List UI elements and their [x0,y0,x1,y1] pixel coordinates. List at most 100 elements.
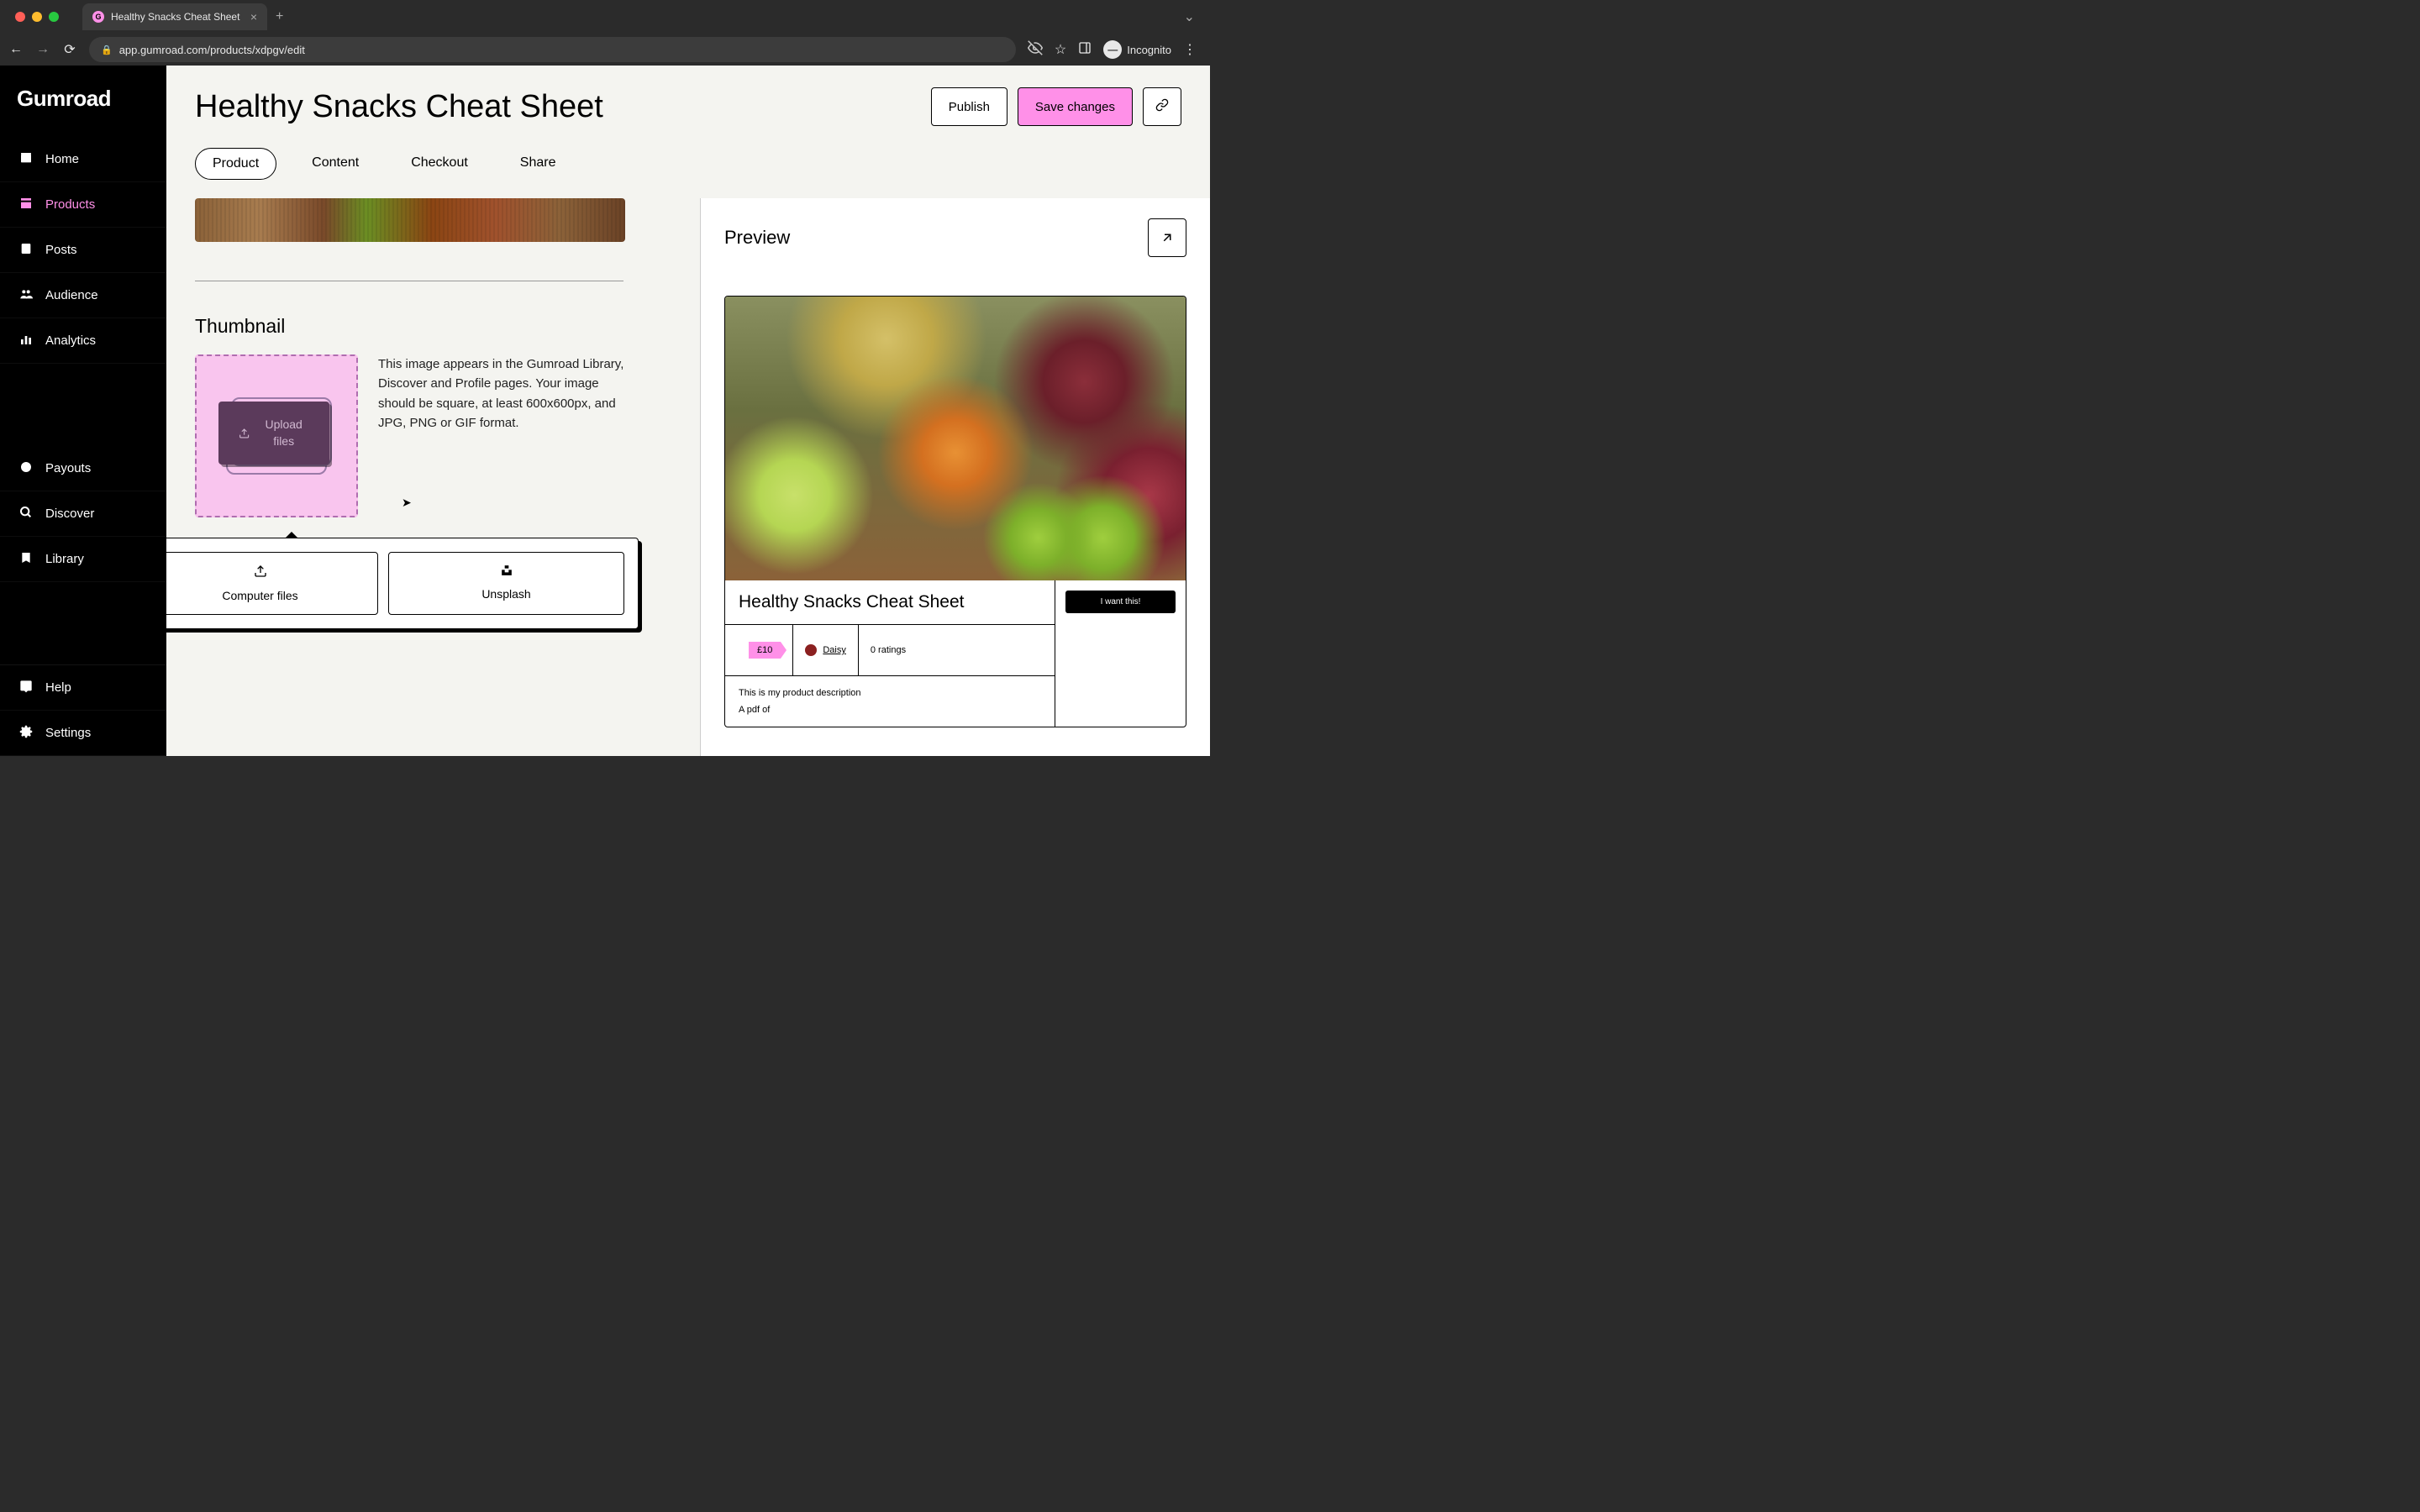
products-icon [18,197,34,213]
upload-computer-files[interactable]: Computer files [166,552,378,615]
nav-home[interactable]: Home [0,137,166,182]
sidebar: Gumroad Home Products Posts Audience Ana… [0,66,166,756]
incognito-icon: ㆒ [1103,40,1122,59]
nav-label: Library [45,552,84,566]
publish-button[interactable]: Publish [931,87,1007,126]
preview-header: Preview [724,218,1186,257]
audience-icon [18,287,34,303]
upload-source-menu: Computer files Unsplash [166,538,639,629]
incognito-badge[interactable]: ㆒ Incognito [1103,40,1171,59]
option-label: Computer files [222,589,297,602]
ratings-cell: 0 ratings [858,625,918,675]
thumbnail-upload-box[interactable]: Upload files [195,354,358,517]
tab-share[interactable]: Share [503,148,573,180]
nav-payouts[interactable]: Payouts [0,446,166,491]
upload-tooltip: Upload files [218,402,329,465]
external-link-icon [1160,230,1175,245]
menu-icon[interactable]: ⋮ [1183,41,1197,58]
tab-content[interactable]: Content [295,148,376,180]
nav-help[interactable]: Help [0,664,166,711]
nav-discover[interactable]: Discover [0,491,166,537]
nav-label: Analytics [45,333,96,348]
preview-meta: £10 Daisy 0 ratings [725,625,1055,676]
content-split: Thumbnail Upload files This image appear… [166,198,1210,756]
nav-posts[interactable]: Posts [0,228,166,273]
link-button[interactable] [1143,87,1181,126]
nav-label: Home [45,152,79,166]
logo[interactable]: Gumroad [0,66,166,137]
tab-checkout[interactable]: Checkout [394,148,485,180]
preview-cover-image [725,297,1186,580]
browser-actions: ☆ ㆒ Incognito ⋮ [1028,40,1202,60]
back-button[interactable]: ← [8,42,24,57]
nav-label: Settings [45,726,91,740]
author-avatar [805,644,817,656]
close-tab-icon[interactable]: × [250,10,257,24]
nav-label: Help [45,680,71,695]
url-bar: ← → ⟳ 🔒 app.gumroad.com/products/xdpgv/e… [0,34,1210,66]
url-text: app.gumroad.com/products/xdpgv/edit [119,44,305,56]
preview-description: This is my product description [725,676,1055,701]
tabs: Product Content Checkout Share [195,148,1181,180]
tab-title: Healthy Snacks Cheat Sheet [111,11,239,23]
cover-image[interactable] [195,198,625,242]
incognito-label: Incognito [1127,44,1171,56]
maximize-window-button[interactable] [49,12,59,22]
preview-product-name: Healthy Snacks Cheat Sheet [725,580,1055,625]
preview-info: Healthy Snacks Cheat Sheet £10 Daisy 0 r… [725,580,1055,727]
panel-icon[interactable] [1078,41,1092,59]
nav-label: Audience [45,288,98,302]
nav-label: Payouts [45,461,91,475]
preview-card: Healthy Snacks Cheat Sheet £10 Daisy 0 r… [724,296,1186,727]
thumbnail-heading: Thumbnail [195,315,675,338]
header-actions: Publish Save changes [931,87,1181,126]
minimize-window-button[interactable] [32,12,42,22]
app-root: Gumroad Home Products Posts Audience Ana… [0,66,1210,756]
page-header: Healthy Snacks Cheat Sheet Publish Save … [166,66,1210,180]
link-icon [1155,98,1169,112]
nav-label: Posts [45,243,77,257]
upload-icon [239,427,250,440]
upload-unsplash[interactable]: Unsplash [388,552,624,615]
posts-icon [18,242,34,258]
new-tab-button[interactable]: + [276,9,283,24]
author-cell[interactable]: Daisy [792,625,858,675]
nav-audience[interactable]: Audience [0,273,166,318]
nav-analytics[interactable]: Analytics [0,318,166,364]
settings-icon [18,725,34,741]
eye-off-icon[interactable] [1028,40,1043,60]
tab-product[interactable]: Product [195,148,276,180]
close-window-button[interactable] [15,12,25,22]
help-icon [18,680,34,696]
reload-button[interactable]: ⟳ [62,41,77,58]
nav-settings[interactable]: Settings [0,711,166,756]
nav-products[interactable]: Products [0,182,166,228]
thumbnail-row: Upload files This image appears in the G… [195,354,675,517]
browser-chrome: G Healthy Snacks Cheat Sheet × + ⌄ ← → ⟳… [0,0,1210,66]
preview-buy-panel: I want this! [1055,580,1186,727]
thumbnail-description: This image appears in the Gumroad Librar… [378,354,627,433]
favicon-icon: G [92,11,104,23]
library-icon [18,551,34,567]
window-controls [7,12,67,22]
preview-open-button[interactable] [1148,218,1186,257]
main-content: Healthy Snacks Cheat Sheet Publish Save … [166,66,1210,756]
tabs-dropdown-icon[interactable]: ⌄ [1184,8,1203,25]
buy-button[interactable]: I want this! [1065,591,1176,613]
star-icon[interactable]: ☆ [1055,41,1066,58]
preview-body: Healthy Snacks Cheat Sheet £10 Daisy 0 r… [725,580,1186,727]
browser-tab[interactable]: G Healthy Snacks Cheat Sheet × [82,3,267,30]
lock-icon: 🔒 [101,45,113,55]
cursor-icon: ➤ [402,496,412,510]
preview-panel: Preview Healthy Snacks Cheat Sheet £10 [701,198,1210,756]
option-label: Unsplash [481,587,530,601]
nav-library[interactable]: Library [0,537,166,582]
save-button[interactable]: Save changes [1018,87,1133,126]
address-bar[interactable]: 🔒 app.gumroad.com/products/xdpgv/edit [89,37,1016,62]
nav-list: Home Products Posts Audience Analytics [0,137,166,756]
forward-button[interactable]: → [35,42,50,57]
upload-label: Upload files [258,417,309,449]
author-name: Daisy [823,645,846,655]
unsplash-icon [501,564,513,580]
editor-panel: Thumbnail Upload files This image appear… [166,198,701,756]
